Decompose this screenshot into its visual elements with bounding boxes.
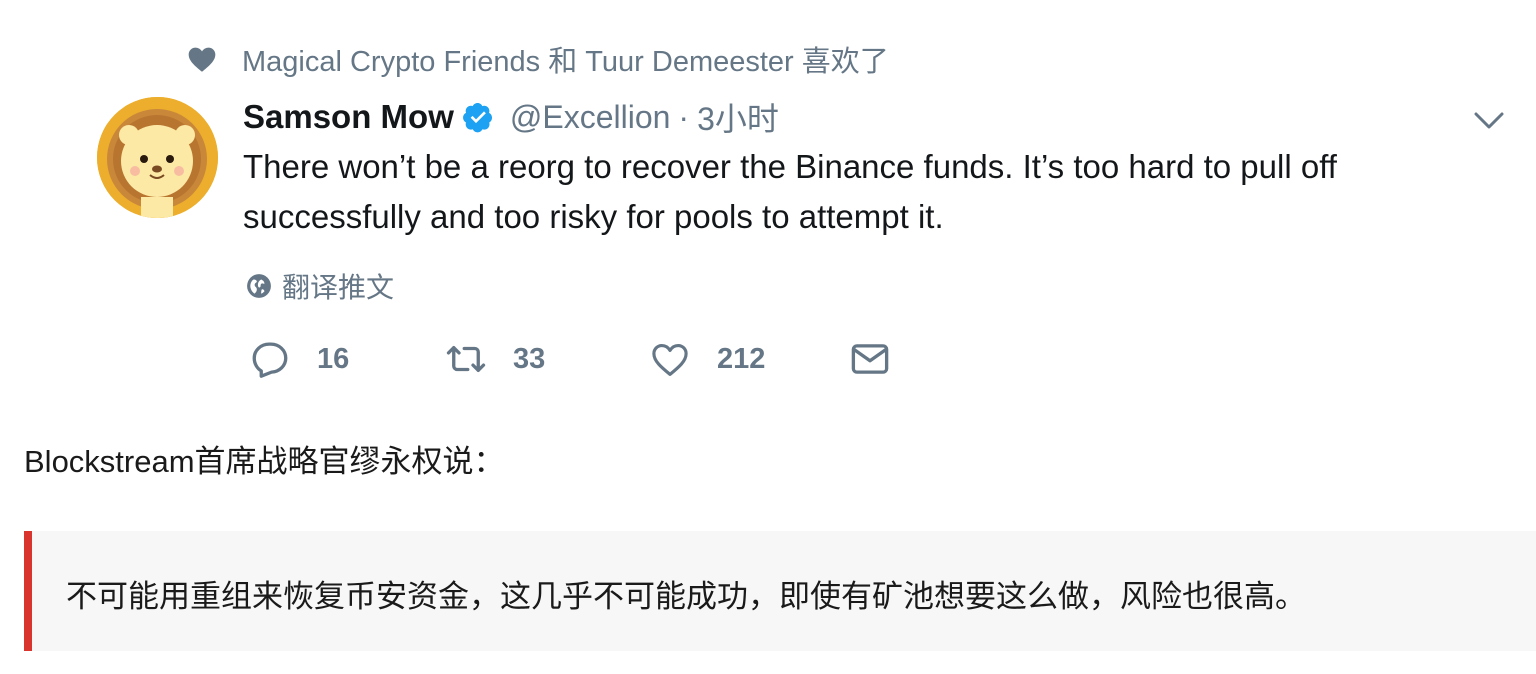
retweet-icon — [445, 338, 487, 380]
reply-button[interactable]: 16 — [249, 338, 349, 380]
verified-badge-icon — [454, 101, 494, 133]
reply-count: 16 — [317, 342, 350, 375]
retweet-count: 33 — [513, 342, 546, 375]
envelope-icon — [849, 338, 891, 380]
liked-by-row: Magical Crypto Friends 和 Tuur Demeester … — [186, 38, 889, 80]
heart-filled-icon — [186, 43, 218, 75]
like-button[interactable]: 212 — [649, 338, 765, 380]
translate-label: 翻译推文 — [282, 272, 395, 303]
blockquote: 不可能用重组来恢复币安资金，这几乎不可能成功，即使有矿池想要这么做，风险也很高。 — [24, 531, 1536, 651]
blockquote-text: 不可能用重组来恢复币安资金，这几乎不可能成功，即使有矿池想要这么做，风险也很高。 — [66, 579, 1306, 614]
tweet-text: There won’t be a reorg to recover the Bi… — [243, 148, 1337, 235]
tweet-header: Samson Mow @Excellion · 3小时 — [243, 94, 779, 140]
liked-by-text[interactable]: Magical Crypto Friends 和 Tuur Demeester … — [242, 38, 889, 80]
chevron-down-icon[interactable] — [1470, 105, 1508, 135]
retweet-button[interactable]: 33 — [445, 338, 545, 380]
like-count: 212 — [717, 342, 766, 375]
article-caption: Blockstream首席战略官缪永权说： — [24, 444, 505, 479]
globe-icon — [246, 273, 272, 299]
separator-dot: · — [678, 98, 690, 135]
tweet-timestamp[interactable]: 3小时 — [697, 94, 779, 140]
direct-message-button[interactable] — [849, 338, 891, 380]
translate-tweet-link[interactable]: 翻译推文 — [246, 266, 394, 306]
reply-icon — [249, 338, 291, 380]
author-handle[interactable]: @Excellion — [510, 99, 671, 136]
tweet-actions: 16 33 212 — [249, 338, 909, 386]
author-name[interactable]: Samson Mow — [243, 98, 454, 136]
avatar[interactable] — [97, 97, 218, 218]
heart-outline-icon — [649, 338, 691, 380]
